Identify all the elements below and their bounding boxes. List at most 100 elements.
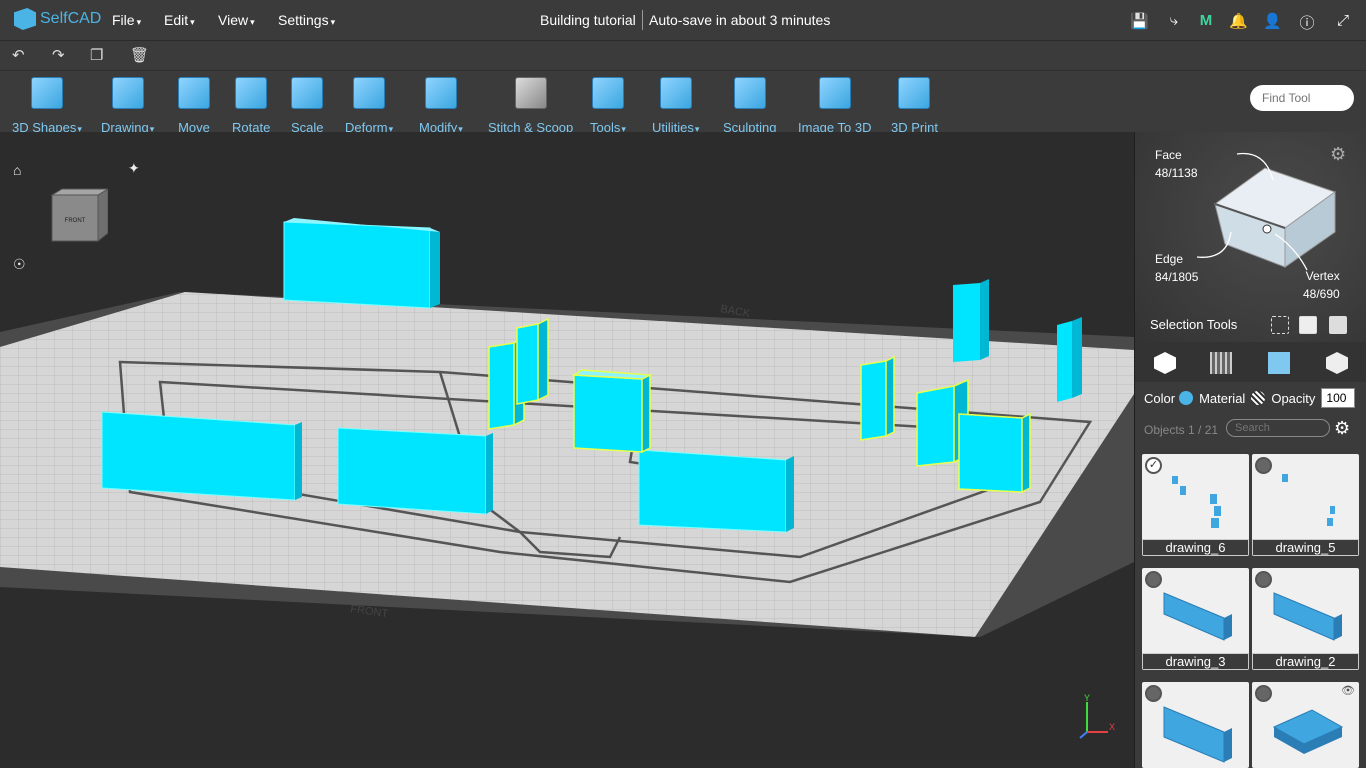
selected-block[interactable]	[958, 412, 1031, 494]
axis-x-label: X	[1109, 722, 1115, 732]
object-visibility-checkbox[interactable]	[1255, 685, 1272, 702]
color-swatch[interactable]	[1179, 391, 1194, 405]
box-select-icon[interactable]	[1271, 316, 1289, 334]
menu-view[interactable]: View	[218, 12, 255, 28]
selected-block[interactable]	[516, 317, 549, 405]
wall-block[interactable]	[337, 427, 493, 515]
object-thumbnail[interactable]: drawing_3	[1142, 568, 1249, 670]
transparent-mode-icon[interactable]	[1326, 352, 1348, 374]
tool-sculpting[interactable]: Sculpting	[723, 75, 776, 135]
gear-icon[interactable]: ⚙	[1330, 144, 1346, 165]
scale-icon	[291, 77, 324, 109]
vertex-label[interactable]: Vertex 48/690	[1303, 267, 1340, 303]
tool-tools[interactable]: Tools	[590, 75, 626, 135]
tool-move[interactable]: Move	[178, 75, 210, 135]
object-mode-icon[interactable]	[1154, 352, 1176, 374]
objects-header: Objects 1 / 21 ⚙	[1135, 414, 1366, 446]
object-settings-icon[interactable]: ⚙	[1334, 418, 1350, 439]
wireframe-mode-icon[interactable]	[1210, 352, 1232, 374]
menu-settings[interactable]: Settings	[278, 12, 335, 28]
tool-scale[interactable]: Scale	[291, 75, 324, 135]
m-brand-icon[interactable]: M	[1197, 12, 1215, 29]
fullscreen-icon[interactable]: ⤢	[1334, 12, 1352, 29]
paint-select-icon[interactable]	[1299, 316, 1317, 334]
camera-options-icon[interactable]: ✦	[128, 160, 140, 177]
user-icon[interactable]: 👤	[1263, 12, 1282, 30]
copy-icon[interactable]: ❐	[90, 46, 103, 64]
scene-canvas[interactable]: BACK FRONT	[0, 132, 1134, 768]
wall-block[interactable]	[283, 218, 440, 309]
opacity-label: Opacity	[1271, 390, 1316, 406]
projection-icon[interactable]: ☉	[13, 256, 26, 273]
object-thumbnail[interactable]: ✓ drawing_6	[1142, 454, 1249, 556]
object-search-input[interactable]	[1226, 419, 1330, 437]
deform-icon	[353, 77, 386, 109]
object-thumbnail[interactable]: drawing_5	[1252, 454, 1359, 556]
rotate-icon	[235, 77, 268, 109]
tool-stitch-scoop[interactable]: Stitch & Scoop	[488, 75, 573, 135]
tool-modify[interactable]: Modify	[419, 75, 463, 135]
home-icon[interactable]: ⌂	[13, 162, 21, 178]
object-visibility-checkbox[interactable]	[1145, 685, 1162, 702]
stitch-scoop-icon	[514, 77, 547, 109]
info-icon[interactable]: ⓘ	[1298, 12, 1316, 33]
wall-block[interactable]	[1057, 317, 1082, 402]
right-panel: Face 48/1138 Edge 84/1805 Vertex 48/690 ⚙ S…	[1134, 132, 1366, 768]
delete-icon[interactable]: 🗑	[130, 46, 149, 64]
tool-3d-shapes[interactable]: 3D Shapes	[12, 75, 82, 135]
bell-icon[interactable]: 🔔	[1229, 12, 1248, 30]
selected-block[interactable]	[860, 355, 895, 441]
diagram-vertex[interactable]	[1262, 224, 1272, 234]
object-thumbnail[interactable]: drawing_2	[1252, 568, 1359, 670]
tool-utilities[interactable]: Utilities	[652, 75, 699, 135]
selfcad-logo[interactable]: SelfCAD	[14, 8, 101, 30]
modify-icon	[424, 77, 457, 109]
face-label[interactable]: Face 48/1138	[1155, 146, 1198, 182]
cube-select-icon[interactable]	[1329, 316, 1347, 334]
menu-file[interactable]: File	[112, 12, 141, 28]
menu-edit[interactable]: Edit	[164, 12, 195, 28]
3d-viewport[interactable]: BACK FRONT ⌂ ✦ ☉ FRONT Y X	[0, 132, 1134, 768]
solid-mode-icon[interactable]	[1268, 352, 1290, 374]
wall-block[interactable]	[101, 411, 302, 501]
wall-block[interactable]	[953, 279, 989, 362]
material-icon[interactable]	[1251, 391, 1266, 405]
title-divider	[642, 10, 643, 30]
cube-icon	[30, 77, 63, 109]
redo-icon[interactable]: ↷	[52, 46, 65, 64]
object-visibility-checkbox[interactable]	[1145, 571, 1162, 588]
find-tool-input[interactable]	[1250, 85, 1354, 111]
edge-label[interactable]: Edge 84/1805	[1155, 250, 1198, 286]
tool-deform[interactable]: Deform	[345, 75, 393, 135]
3d-print-icon	[898, 77, 931, 109]
object-visibility-checkbox[interactable]: ✓	[1145, 457, 1162, 474]
wall-block[interactable]	[638, 449, 794, 533]
selected-block[interactable]	[571, 369, 653, 454]
object-name: drawing_6	[1142, 539, 1249, 556]
object-thumbnail[interactable]: 👁	[1252, 682, 1359, 768]
tool-3d-print[interactable]: 3D Print	[891, 75, 938, 135]
object-visibility-checkbox[interactable]	[1255, 457, 1272, 474]
image-to-3d-icon	[818, 77, 851, 109]
tool-image-to-3d[interactable]: Image To 3D	[798, 75, 871, 135]
project-title[interactable]: Building tutorial	[540, 12, 636, 28]
object-visibility-checkbox[interactable]	[1255, 571, 1272, 588]
share-icon[interactable]: ⤷	[1165, 12, 1183, 29]
autosave-status: Auto-save in about 3 minutes	[649, 12, 831, 28]
move-icon	[178, 77, 210, 109]
undo-icon[interactable]: ↶	[12, 46, 25, 64]
object-name: drawing_3	[1142, 653, 1249, 670]
material-label: Material	[1199, 390, 1246, 406]
navigation-cube[interactable]: FRONT	[50, 187, 108, 245]
selection-tools-label: Selection Tools	[1150, 317, 1238, 332]
tool-rotate[interactable]: Rotate	[232, 75, 270, 135]
sculpting-icon	[733, 77, 766, 109]
object-thumbnail[interactable]	[1142, 682, 1249, 768]
object-name: drawing_5	[1252, 539, 1359, 556]
save-icon[interactable]: 💾	[1130, 12, 1149, 30]
opacity-input[interactable]	[1321, 388, 1356, 408]
hidden-eye-icon[interactable]: 👁	[1341, 684, 1355, 697]
selection-mode-tabs	[1135, 342, 1366, 382]
tools-icon	[591, 77, 624, 109]
tool-drawing[interactable]: Drawing	[101, 75, 154, 135]
